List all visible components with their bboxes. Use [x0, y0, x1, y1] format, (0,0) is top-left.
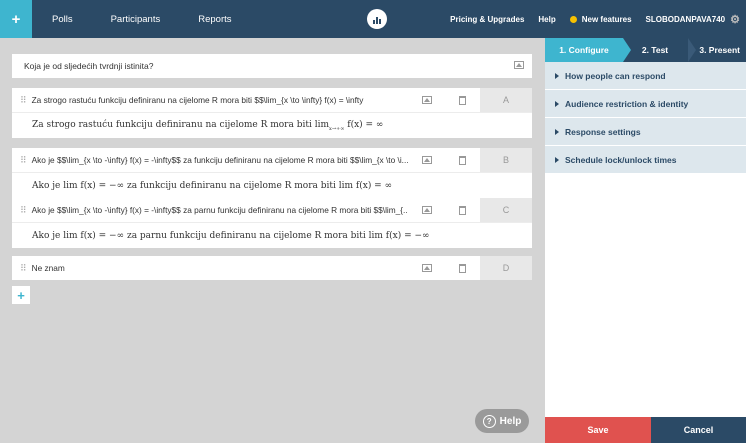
section-label: Audience restriction & identity: [565, 98, 689, 109]
trash-icon[interactable]: [459, 155, 467, 165]
option-a-text: Za strogo rastuću funkciju definiranu na…: [31, 95, 364, 105]
image-icon[interactable]: [421, 206, 432, 214]
nav-participants[interactable]: Participants: [111, 14, 161, 25]
option-a: ⠿ Za strogo rastuću funkciju definiranu …: [12, 88, 532, 112]
tab-present-label: 3. Present: [699, 45, 740, 55]
option-c-letter: C: [480, 198, 532, 222]
section-label: How people can respond: [565, 70, 666, 81]
top-nav: + Polls Participants Reports Pricing & U…: [0, 0, 746, 38]
nav-reports[interactable]: Reports: [198, 14, 231, 25]
cancel-button[interactable]: Cancel: [651, 417, 746, 443]
option-a-preview-text: Za strogo rastuću funkciju definiranu na…: [32, 119, 384, 132]
option-c-text: Ako je $$\lim_{x \to -\infty} f(x) = -\i…: [31, 205, 408, 215]
nav-new-features[interactable]: New features: [569, 14, 632, 24]
section-response-settings[interactable]: Response settings: [545, 118, 746, 146]
option-d-input[interactable]: ⠿ Ne znam: [12, 256, 408, 280]
caret-right-icon: [555, 72, 559, 79]
section-label: Response settings: [565, 126, 641, 137]
section-label: Schedule lock/unlock times: [565, 154, 677, 165]
section-how-people-respond[interactable]: How people can respond: [545, 62, 746, 90]
image-icon[interactable]: [421, 264, 432, 272]
nav-polls[interactable]: Polls: [52, 14, 73, 25]
nav-pricing[interactable]: Pricing & Upgrades: [450, 15, 524, 24]
new-features-dot-icon: [569, 15, 577, 23]
new-features-label: New features: [581, 14, 632, 24]
option-a-input[interactable]: ⠿ Za strogo rastuću funkciju definiranu …: [12, 88, 408, 112]
save-button[interactable]: Save: [545, 417, 651, 443]
trash-icon[interactable]: [459, 95, 467, 105]
option-b-preview: Ako je lim f(x) = −∞ za funkciju definir…: [12, 172, 532, 198]
question-field[interactable]: Koja je od sljedećih tvrdnji istinita?: [12, 54, 532, 78]
drag-handle-icon[interactable]: ⠿: [20, 95, 27, 106]
section-audience-restriction[interactable]: Audience restriction & identity: [545, 90, 746, 118]
section-schedule-lock[interactable]: Schedule lock/unlock times: [545, 146, 746, 174]
trash-icon[interactable]: [459, 205, 467, 215]
tab-test[interactable]: 2. Test: [623, 38, 696, 62]
step-tabs: 1. Configure 2. Test 3. Present: [545, 38, 746, 62]
logo-icon[interactable]: [367, 9, 387, 29]
caret-right-icon: [555, 100, 559, 107]
help-button[interactable]: ? Help: [475, 409, 529, 433]
nav-help[interactable]: Help: [538, 15, 555, 24]
image-icon[interactable]: [514, 61, 524, 69]
option-a-preview: Za strogo rastuću funkciju definiranu na…: [12, 112, 532, 138]
option-d-letter: D: [480, 256, 532, 280]
gear-icon[interactable]: ⚙: [730, 13, 740, 26]
tab-configure[interactable]: 1. Configure: [545, 38, 631, 62]
option-c-preview-text: Ako je lim f(x) = −∞ za parnu funkciju d…: [32, 230, 430, 241]
tab-configure-label: 1. Configure: [559, 45, 609, 55]
drag-handle-icon[interactable]: ⠿: [20, 263, 27, 274]
step-arrow-icon: [688, 38, 696, 62]
help-button-label: Help: [499, 415, 522, 427]
option-b-input[interactable]: ⠿ Ako je $$\lim_{x \to -\infty} f(x) = -…: [12, 148, 408, 172]
question-mark-icon: ?: [482, 414, 496, 428]
option-d: ⠿ Ne znam D: [12, 256, 532, 280]
step-arrow-icon: [623, 38, 631, 62]
option-a-letter: A: [480, 88, 532, 112]
caret-right-icon: [555, 156, 559, 163]
drag-handle-icon[interactable]: ⠿: [20, 205, 27, 216]
trash-icon[interactable]: [459, 263, 467, 273]
option-c-input[interactable]: ⠿ Ako je $$\lim_{x \to -\infty} f(x) = -…: [12, 198, 408, 222]
add-option-button[interactable]: +: [12, 286, 30, 304]
image-icon[interactable]: [421, 156, 432, 164]
option-b-letter: B: [480, 148, 532, 172]
option-b-text: Ako je $$\lim_{x \to -\infty} f(x) = -\i…: [31, 155, 408, 165]
option-c: ⠿ Ako je $$\lim_{x \to -\infty} f(x) = -…: [12, 198, 532, 222]
drag-handle-icon[interactable]: ⠿: [20, 155, 27, 166]
question-text: Koja je od sljedećih tvrdnji istinita?: [24, 61, 154, 71]
tab-test-label: 2. Test: [641, 45, 669, 55]
option-d-text: Ne znam: [31, 263, 65, 273]
user-name[interactable]: SLOBODANPAVA740: [646, 15, 726, 24]
add-poll-button[interactable]: +: [0, 0, 32, 38]
option-b-preview-text: Ako je lim f(x) = −∞ za funkciju definir…: [32, 180, 393, 191]
option-b: ⠿ Ako je $$\lim_{x \to -\infty} f(x) = -…: [12, 148, 532, 172]
image-icon[interactable]: [421, 96, 432, 104]
option-c-preview: Ako je lim f(x) = −∞ za parnu funkciju d…: [12, 222, 532, 248]
poll-editor: Koja je od sljedećih tvrdnji istinita? ⠿…: [0, 38, 545, 443]
caret-right-icon: [555, 128, 559, 135]
settings-panel: 1. Configure 2. Test 3. Present How peop…: [545, 38, 746, 443]
